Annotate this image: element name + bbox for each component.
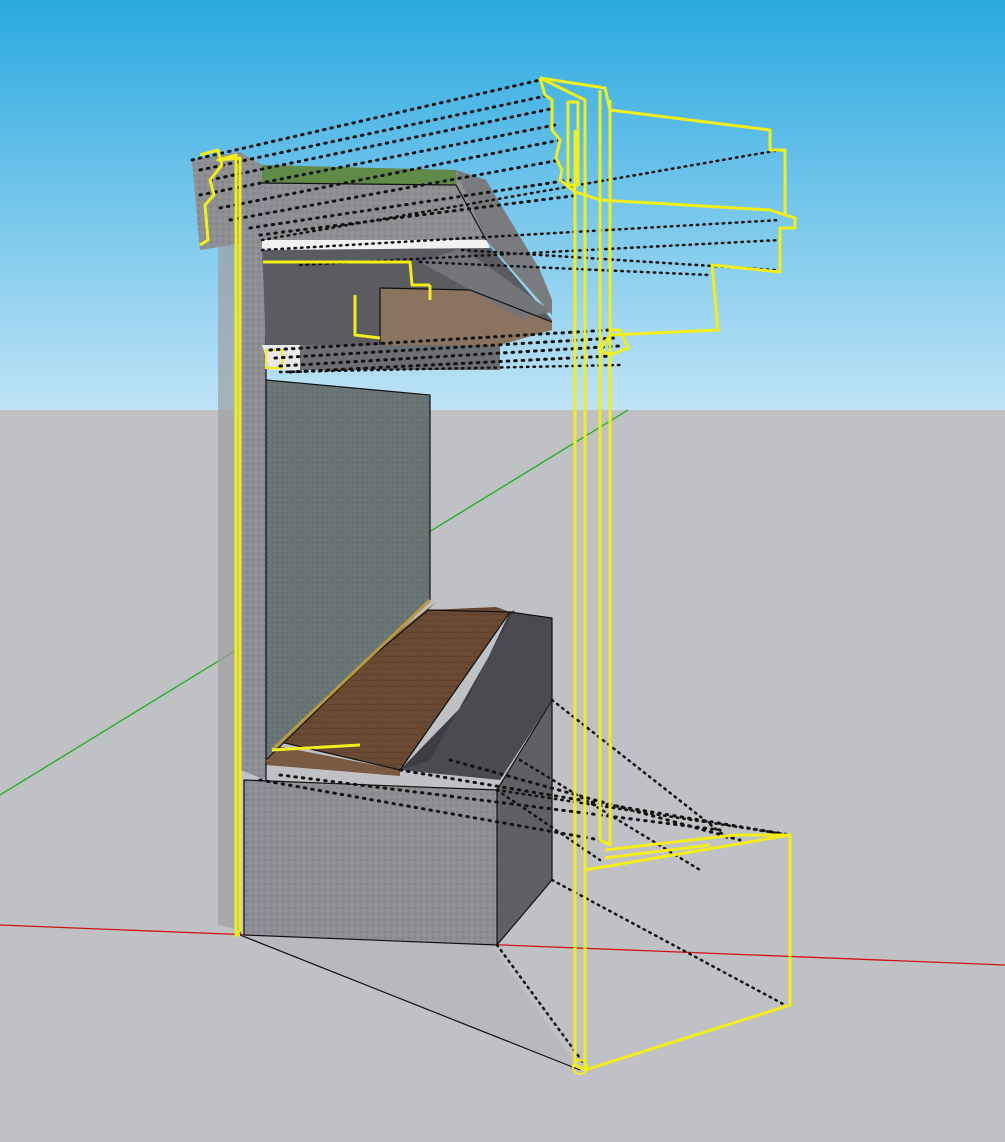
sky-background xyxy=(0,0,1005,410)
model-scene[interactable] xyxy=(0,0,1005,1142)
sketchup-3d-viewport[interactable] xyxy=(0,0,1005,1142)
